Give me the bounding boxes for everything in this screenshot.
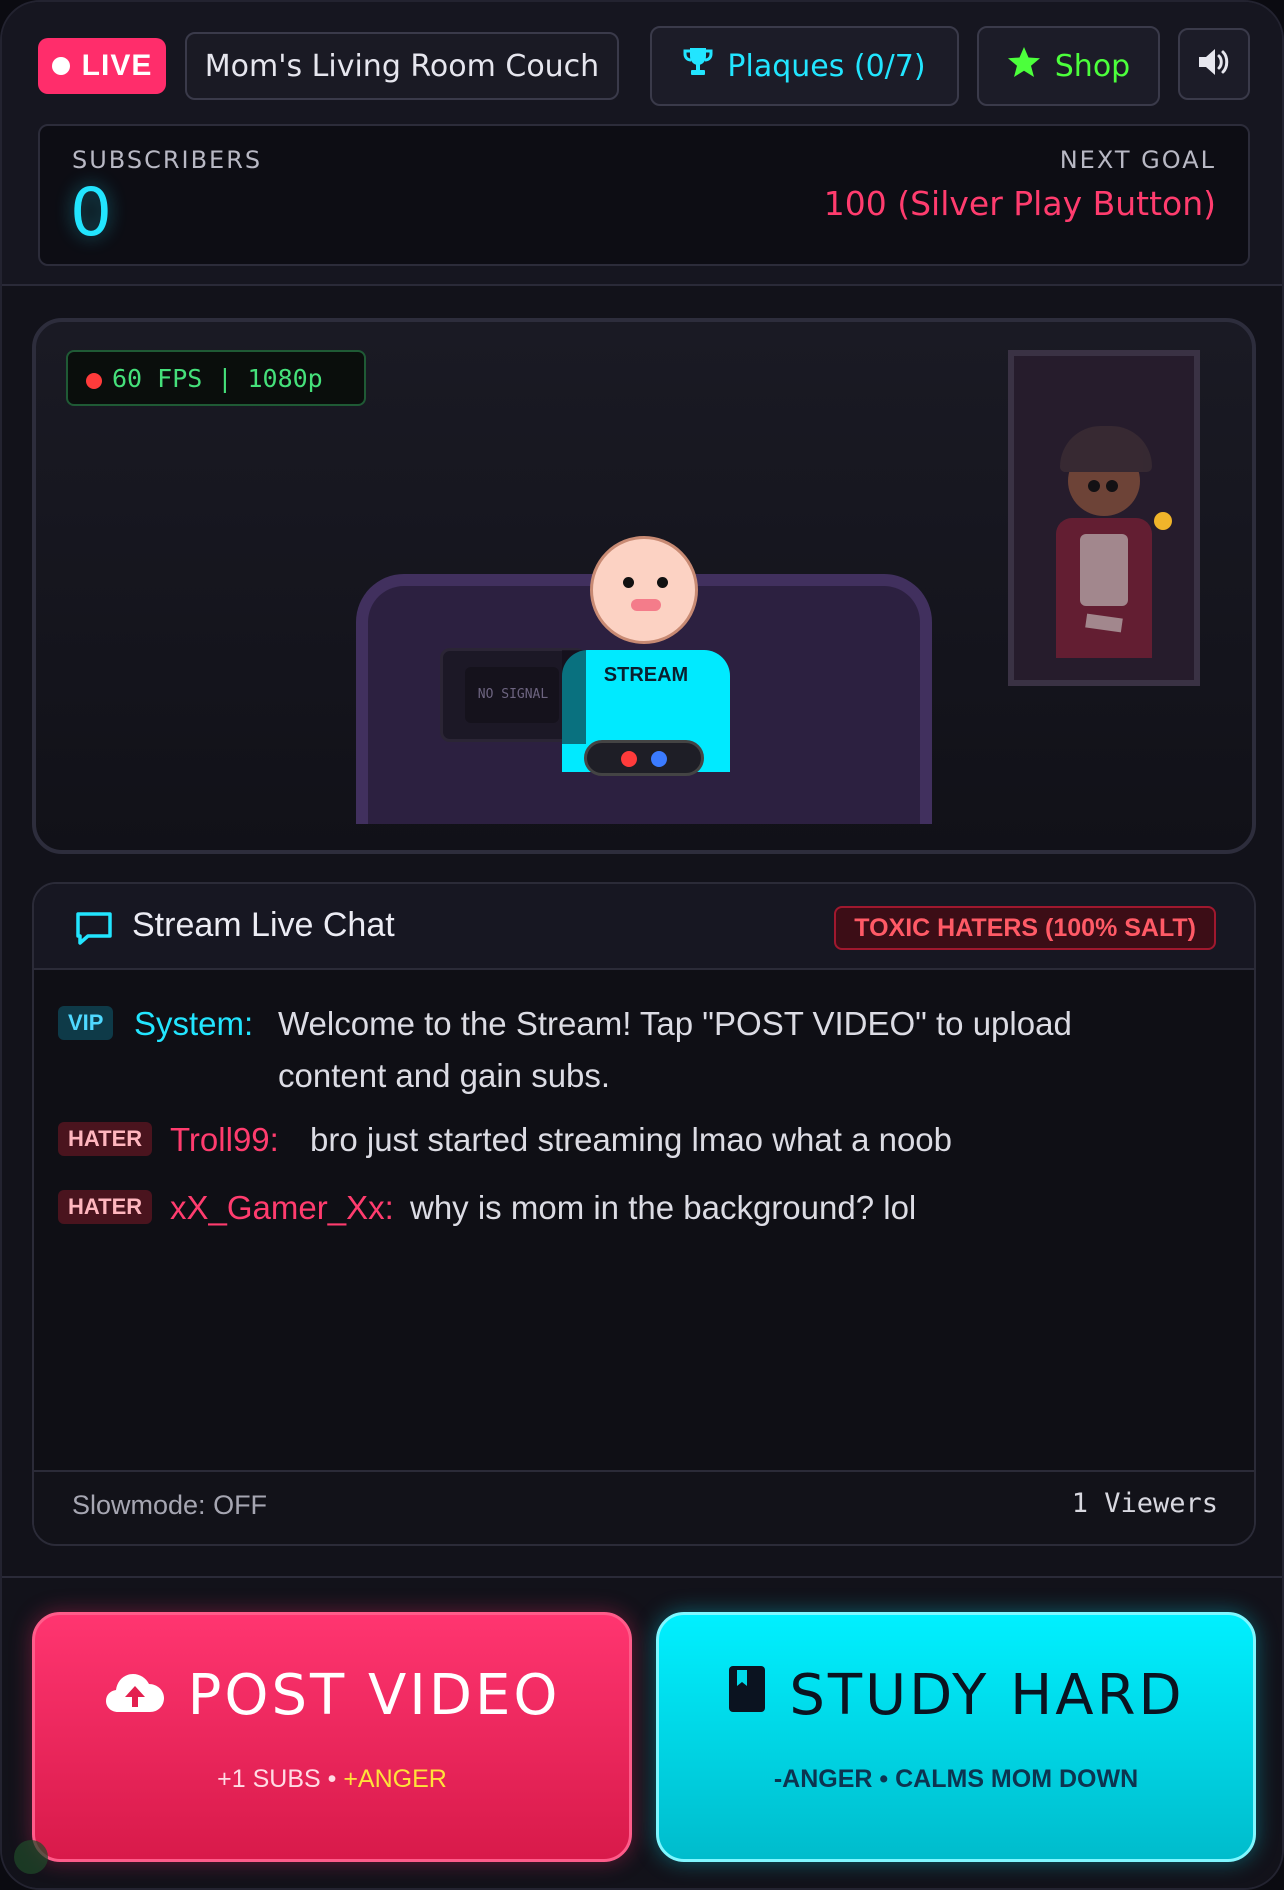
mom-eye-left [1088,480,1100,492]
stream-scene: 60 FPS | 1080p NO SIGNAL STREAM [32,318,1256,854]
plaques-button[interactable]: Plaques (0/7) [650,26,959,106]
live-badge: LIVE [38,38,166,94]
shop-button[interactable]: Shop [977,26,1160,106]
post-video-button[interactable]: POST VIDEO +1 SUBS • +ANGER [32,1612,632,1862]
sound-toggle-button[interactable] [1178,28,1250,100]
monitor-shadow [562,650,586,744]
chat-message: VIP System: Welcome to the Stream! Tap "… [58,998,1238,1108]
hater-tag: HATER [58,1190,153,1224]
book-icon [727,1663,767,1728]
mom-character [1056,426,1156,658]
next-goal-value: 100 (Silver Play Button) [823,184,1216,223]
post-video-label: POST VIDEO [187,1663,561,1728]
subscribers-count: 0 [70,174,112,251]
plaques-label: Plaques (0/7) [727,48,926,84]
fps-label: 60 FPS | 1080p [112,363,323,393]
chat-text: Welcome to the Stream! Tap "POST VIDEO" … [278,1005,1072,1094]
mom-apron [1080,534,1128,606]
live-dot-icon [51,57,70,75]
streamer-eye-right [657,577,668,588]
study-hard-label: STUDY HARD [789,1663,1185,1728]
post-video-effect: +1 SUBS • +ANGER [35,1765,629,1794]
chat-text: why is mom in the background? lol [410,1189,917,1226]
chat-text: bro just started streaming lmao what a n… [310,1121,953,1158]
chat-header: Stream Live Chat TOXIC HATERS (100% SALT… [34,884,1254,970]
subscriber-panel: SUBSCRIBERS 0 NEXT GOAL 100 (Silver Play… [38,124,1250,266]
post-effect-separator: • [320,1765,344,1793]
recording-dot-icon [86,373,102,389]
study-hard-effect: -ANGER • CALMS MOM DOWN [773,1765,1139,1793]
post-effect-subs: +1 SUBS [217,1765,321,1793]
chat-username: System: [134,1005,254,1042]
mom-eye-right [1106,480,1118,492]
volume-icon [1197,47,1231,82]
doorway [1008,350,1200,686]
live-chat-panel: Stream Live Chat TOXIC HATERS (100% SALT… [32,882,1256,1546]
top-bar: LIVE Mom's Living Room Couch Plaques (0/… [2,2,1282,286]
chat-message: HATER xX_Gamer_Xx: why is mom in the bac… [58,1182,1238,1234]
chat-title: Stream Live Chat [132,906,395,944]
viewer-count: 1 Viewers [1071,1488,1218,1519]
trophy-icon [683,46,713,86]
next-goal-label: NEXT GOAL [1059,146,1216,174]
mom-hair [1060,426,1152,472]
streamer-head [590,536,698,644]
location-label: Mom's Living Room Couch [185,32,619,100]
status-indicator-dot [14,1840,48,1874]
game-controller [584,740,704,776]
chat-username: xX_Gamer_Xx: [170,1189,394,1226]
post-video-main: POST VIDEO [35,1663,629,1728]
controller-button-red [621,751,637,767]
subscribers-label: SUBSCRIBERS [72,146,263,174]
chat-username: Troll99: [170,1121,279,1158]
star-icon [1007,46,1041,86]
toxicity-badge: TOXIC HATERS (100% SALT) [834,906,1216,950]
shop-label: Shop [1054,48,1131,84]
streamer-eye-left [623,577,634,588]
chat-message: HATER Troll99: bro just started streamin… [58,1114,1238,1166]
chat-bubble-icon [74,910,114,953]
slowmode-status: Slowmode: OFF [72,1490,268,1520]
door-knob [1154,512,1172,530]
live-label: LIVE [81,49,153,82]
controller-button-blue [651,751,667,767]
streamer-mouth [631,599,661,611]
post-effect-anger: +ANGER [343,1765,447,1793]
fps-indicator: 60 FPS | 1080p [66,350,366,406]
vip-tag: VIP [58,1006,114,1040]
action-bar: POST VIDEO +1 SUBS • +ANGER STUDY HARD -… [2,1576,1282,1888]
hater-tag: HATER [58,1122,153,1156]
game-screen: LIVE Mom's Living Room Couch Plaques (0/… [0,0,1284,1890]
study-hard-button[interactable]: STUDY HARD -ANGER • CALMS MOM DOWN [656,1612,1256,1862]
chat-footer: Slowmode: OFF 1 Viewers [34,1470,1254,1544]
study-hard-main: STUDY HARD [659,1663,1253,1728]
cloud-upload-icon [104,1663,166,1728]
